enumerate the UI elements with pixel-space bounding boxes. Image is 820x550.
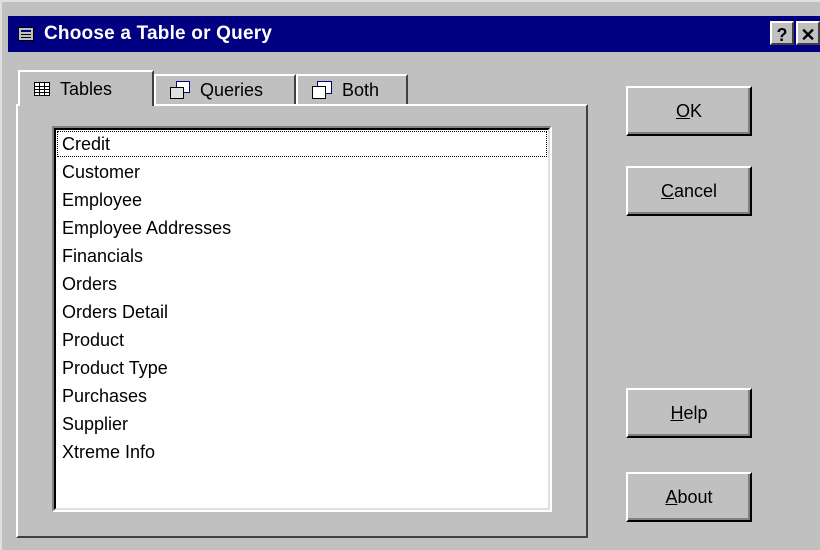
dialog-window: Choose a Table or Query ? ✕ Tables Queri… [0, 0, 820, 550]
table-list[interactable]: Credit Customer Employee Employee Addres… [52, 126, 552, 512]
list-item[interactable]: Credit [56, 130, 548, 158]
list-item[interactable]: Customer [56, 158, 548, 186]
list-item[interactable]: Purchases [56, 382, 548, 410]
help-mnemonic: H [670, 402, 684, 423]
help-button[interactable]: Help [626, 388, 752, 438]
ok-button[interactable]: OK [626, 86, 752, 136]
tab-label: Both [342, 79, 380, 100]
cancel-mnemonic: C [660, 180, 674, 201]
cancel-label: ancel [673, 180, 718, 201]
about-label: bout [677, 486, 713, 507]
list-item[interactable]: Product [56, 326, 548, 354]
tab-both[interactable]: Both [296, 74, 408, 104]
help-title-button[interactable]: ? [770, 21, 794, 45]
both-icon [312, 81, 332, 99]
list-item[interactable]: Orders [56, 270, 548, 298]
table-icon [34, 82, 50, 96]
help-label: elp [683, 402, 708, 423]
list-container: Credit Customer Employee Employee Addres… [54, 128, 550, 510]
ok-mnemonic: O [675, 100, 690, 121]
title-bar[interactable]: Choose a Table or Query ? ✕ [8, 16, 820, 52]
list-item[interactable]: Employee Addresses [56, 214, 548, 242]
about-button[interactable]: About [626, 472, 752, 522]
tab-label: Queries [200, 79, 264, 100]
list-item[interactable]: Supplier [56, 410, 548, 438]
close-button[interactable]: ✕ [796, 21, 820, 45]
about-mnemonic: A [665, 486, 678, 507]
tab-tables[interactable]: Tables [18, 70, 154, 106]
tab-queries[interactable]: Queries [154, 74, 296, 104]
list-item[interactable]: Financials [56, 242, 548, 270]
list-item[interactable]: Product Type [56, 354, 548, 382]
list-item[interactable]: Orders Detail [56, 298, 548, 326]
list-item[interactable]: Xtreme Info [56, 438, 548, 466]
cancel-button[interactable]: Cancel [626, 166, 752, 216]
query-icon [170, 81, 190, 99]
form-icon [18, 27, 34, 41]
ok-label: K [690, 100, 703, 121]
tab-label: Tables [60, 78, 113, 99]
window-title: Choose a Table or Query [44, 23, 273, 44]
list-item[interactable]: Employee [56, 186, 548, 214]
